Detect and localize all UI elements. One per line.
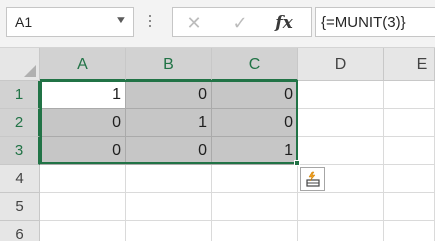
fill-handle[interactable] <box>294 160 300 166</box>
cell-e4[interactable] <box>384 165 435 193</box>
cell-a1[interactable]: 1 <box>40 81 126 109</box>
formula-bar: A1 ▼ ✕ ✓ fx {=MUNIT(3)} <box>0 0 435 48</box>
cell-d5[interactable] <box>298 193 384 221</box>
column-header-d[interactable]: D <box>298 48 384 81</box>
column-header-c[interactable]: C <box>212 48 298 81</box>
cell-b6[interactable] <box>126 221 212 241</box>
column-header-b[interactable]: B <box>126 48 212 81</box>
cell-a5[interactable] <box>40 193 126 221</box>
cell-b2[interactable]: 1 <box>126 109 212 137</box>
column-header-a[interactable]: A <box>40 48 126 81</box>
cell-b4[interactable] <box>126 165 212 193</box>
row-header-2[interactable]: 2 <box>0 109 40 137</box>
formula-input[interactable]: {=MUNIT(3)} <box>315 7 435 37</box>
cell-c5[interactable] <box>212 193 298 221</box>
cell-a6[interactable] <box>40 221 126 241</box>
row-header-4[interactable]: 4 <box>0 165 40 193</box>
check-icon[interactable]: ✓ <box>225 11 255 35</box>
select-all-icon <box>24 65 36 77</box>
cell-b3[interactable]: 0 <box>126 137 212 165</box>
cell-e2[interactable] <box>384 109 435 137</box>
cell-d3[interactable] <box>298 137 384 165</box>
row-header-6[interactable]: 6 <box>0 221 40 241</box>
quick-analysis-button[interactable] <box>300 167 325 191</box>
cell-d2[interactable] <box>298 109 384 137</box>
cell-e3[interactable] <box>384 137 435 165</box>
row-header-1[interactable]: 1 <box>0 81 40 109</box>
cell-c1[interactable]: 0 <box>212 81 298 109</box>
quick-analysis-icon <box>306 171 320 187</box>
cell-c4[interactable] <box>212 165 298 193</box>
cell-a3[interactable]: 0 <box>40 137 126 165</box>
cell-e5[interactable] <box>384 193 435 221</box>
cell-a2[interactable]: 0 <box>40 109 126 137</box>
cell-b1[interactable]: 0 <box>126 81 212 109</box>
cell-d1[interactable] <box>298 81 384 109</box>
column-header-e[interactable]: E <box>384 48 435 81</box>
formula-text: {=MUNIT(3)} <box>321 14 406 31</box>
cell-c3[interactable]: 1 <box>212 137 298 165</box>
cell-c2[interactable]: 0 <box>212 109 298 137</box>
close-icon[interactable]: ✕ <box>179 11 209 35</box>
chevron-down-icon[interactable]: ▼ <box>115 15 128 26</box>
cell-e6[interactable] <box>384 221 435 241</box>
name-box[interactable]: A1 ▼ <box>6 7 134 37</box>
drag-handle-icon[interactable] <box>148 12 152 34</box>
cell-b5[interactable] <box>126 193 212 221</box>
formula-buttons: ✕ ✓ fx <box>172 7 312 37</box>
cell-a4[interactable] <box>40 165 126 193</box>
name-box-value: A1 <box>15 14 33 30</box>
insert-function-button[interactable]: fx <box>269 11 299 35</box>
cell-c6[interactable] <box>212 221 298 241</box>
worksheet-grid: A B C D E 1 2 3 4 5 6 1 0 0 0 1 0 0 0 1 <box>0 48 435 241</box>
cell-d6[interactable] <box>298 221 384 241</box>
row-header-5[interactable]: 5 <box>0 193 40 221</box>
row-header-3[interactable]: 3 <box>0 137 40 165</box>
select-all-button[interactable] <box>0 48 40 81</box>
cell-e1[interactable] <box>384 81 435 109</box>
